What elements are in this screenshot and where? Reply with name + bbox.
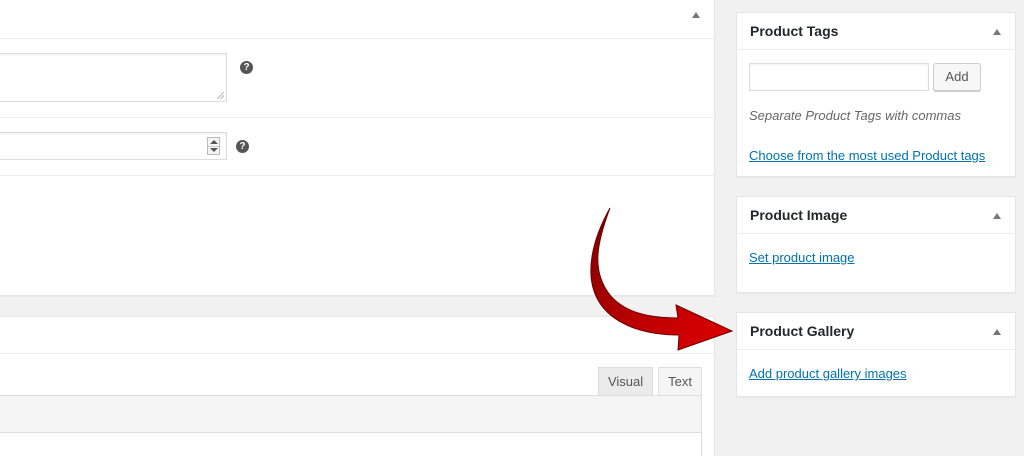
spinner-icon[interactable]: [207, 137, 220, 155]
tab-visual[interactable]: Visual: [597, 367, 654, 396]
number-input[interactable]: [0, 132, 227, 160]
add-gallery-images-link[interactable]: Add product gallery images: [749, 366, 907, 381]
help-icon[interactable]: ?: [236, 140, 249, 153]
collapse-toggle-icon[interactable]: [993, 329, 1001, 335]
add-tag-button[interactable]: Add: [933, 63, 981, 91]
spinner-down-icon[interactable]: [210, 148, 218, 152]
product-tags-input[interactable]: [749, 63, 929, 91]
red-arrow-icon: [590, 207, 734, 351]
tab-text[interactable]: Text: [658, 367, 702, 396]
collapse-toggle-icon[interactable]: [993, 213, 1001, 219]
product-image-header[interactable]: Product Image: [737, 197, 1015, 234]
product-gallery-header[interactable]: Product Gallery: [737, 313, 1015, 350]
help-icon[interactable]: ?: [240, 61, 253, 74]
product-image-box: Product Image Set product image: [736, 196, 1016, 293]
resize-grip-icon[interactable]: [217, 92, 224, 99]
product-tags-title: Product Tags: [750, 23, 839, 39]
product-gallery-body: Add product gallery images: [737, 350, 1015, 381]
product-tags-body: Add Separate Product Tags with commas Ch…: [737, 50, 1015, 163]
product-image-body: Set product image: [737, 234, 1015, 265]
product-tags-header[interactable]: Product Tags: [737, 13, 1015, 50]
set-product-image-link[interactable]: Set product image: [749, 250, 855, 265]
spinner-up-icon[interactable]: [210, 140, 218, 144]
product-image-title: Product Image: [750, 207, 848, 223]
collapse-toggle-icon[interactable]: [993, 29, 1001, 35]
number-row: ?: [0, 118, 714, 176]
editor-tabs: Visual Text: [597, 367, 702, 396]
editor-content-area[interactable]: [0, 433, 702, 456]
postbox-header: [0, 0, 714, 39]
product-tags-box: Product Tags Add Separate Product Tags w…: [736, 12, 1016, 177]
editor-toolbar: [0, 395, 702, 433]
description-textarea[interactable]: [0, 53, 227, 102]
tags-hint: Separate Product Tags with commas: [749, 108, 961, 123]
product-gallery-title: Product Gallery: [750, 323, 855, 339]
textarea-row: ?: [0, 39, 714, 118]
collapse-toggle-icon[interactable]: [692, 12, 700, 18]
product-gallery-box: Product Gallery Add product gallery imag…: [736, 312, 1016, 397]
most-used-tags-link[interactable]: Choose from the most used Product tags: [749, 148, 985, 163]
